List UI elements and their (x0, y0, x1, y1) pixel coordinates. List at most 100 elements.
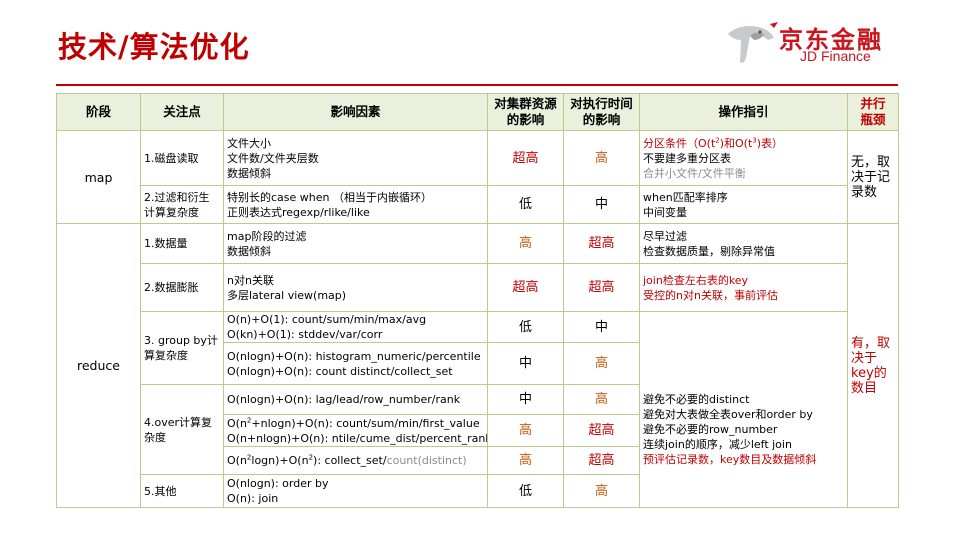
header-cluster-line2: 的影响 (506, 112, 545, 127)
time-impact-other: 高 (563, 474, 640, 508)
dog-mascot-icon (728, 22, 778, 63)
factor-line: map阶段的过滤 (227, 229, 307, 243)
header-bottleneck-line1: 并行 (860, 96, 886, 111)
guide-line: 中间变量 (643, 205, 687, 219)
factor-line: O(n+nlogn)+O(n): ntile/cume_dist/percent… (227, 431, 488, 445)
guide-line: when匹配率排序 (643, 190, 728, 204)
time-impact-over-c: 超高 (563, 446, 640, 475)
factor-line: 数据倾斜 (227, 244, 271, 258)
jd-finance-logo: 京东金融 JD Finance (724, 18, 914, 68)
guide-expand: join检查左右表的key 受控的n对n关联，事前评估 (639, 263, 848, 312)
focus-line: 算复杂度 (144, 349, 188, 362)
bottleneck-line: 数目 (851, 380, 878, 396)
table-row-expand: 2.数据膨胀 n对n关联 多层lateral view(map) 超高 超高 j… (57, 263, 899, 312)
guide-disk-read: 分区条件（O(t2)和O(t3)表） 不要建多重分区表 合并小文件/文件平衡 (639, 130, 848, 186)
factor-line: O(nlogn)+O(n): lag/lead/row_number/rank (227, 393, 461, 406)
factors-groupby-b: O(nlogn)+O(n): histogram_numeric/percent… (223, 342, 488, 385)
factor-line: O(nlogn)+O(n): histogram_numeric/percent… (227, 349, 481, 363)
bottleneck-line: 决于 (851, 350, 878, 366)
guide-filter: when匹配率排序 中间变量 (639, 185, 848, 224)
focus-over: 4.over计算复 杂度 (140, 384, 224, 475)
factor-line: O(n): join (227, 492, 279, 505)
cluster-impact-over-c: 高 (487, 446, 564, 475)
header-bottleneck-line2: 瓶颈 (860, 112, 886, 127)
focus-line: 3. group by计 (144, 334, 218, 347)
guide-merged: 避免不必要的distinct 避免对大表做全表over和order by 避免不… (639, 311, 848, 508)
time-impact-over-a: 高 (563, 384, 640, 415)
time-impact-disk-read: 高 (563, 130, 640, 186)
table-row-groupby-a: 3. group by计 算复杂度 O(n)+O(1): count/sum/m… (57, 311, 899, 508)
cluster-impact-over-a: 中 (487, 384, 564, 415)
reduce-bottleneck: 有，取 决于 key的 数目 (847, 223, 899, 508)
focus-line: 2.过滤和衍生 (144, 190, 210, 204)
cluster-impact-filter: 低 (487, 185, 564, 224)
header-cluster-line1: 对集群资源 (494, 96, 557, 111)
cluster-impact-groupby-a: 低 (487, 311, 564, 343)
factor-line: O(kn)+O(1): stddev/var/corr (227, 328, 383, 341)
header-time-impact: 对执行时间 的影响 (563, 93, 640, 131)
focus-line: 计算复杂度 (144, 205, 199, 219)
bottleneck-line: 决于记 (851, 169, 891, 185)
bottleneck-line: 无，取 (851, 154, 891, 170)
guide-line: 预评估记录数，key数目及数据倾斜 (643, 453, 817, 466)
focus-line: 杂度 (144, 430, 166, 444)
factor-line: 文件大小 (227, 136, 271, 150)
header-bottleneck: 并行 瓶颈 (847, 93, 899, 131)
factor-line: n对n关联 (227, 273, 274, 287)
stage-map: map (56, 130, 141, 224)
factors-over-a: O(nlogn)+O(n): lag/lead/row_number/rank (223, 384, 488, 415)
header-focus: 关注点 (140, 93, 224, 131)
cluster-impact-other: 低 (487, 474, 564, 508)
factors-over-c: O(n2logn)+O(n2): collect_set/count(disti… (223, 446, 488, 475)
factor-line: O(n)+O(1): count/sum/min/max/avg (227, 313, 427, 326)
factor-line: 多层lateral view(map) (227, 288, 347, 302)
guide-line: join检查左右表的key (643, 273, 749, 287)
time-impact-volume: 超高 (563, 223, 640, 264)
factor-line: O(n2logn)+O(n2): collect_set/count(disti… (227, 453, 467, 467)
guide-line: 检查数据质量，剔除异常值 (643, 244, 775, 258)
guide-line: 合并小文件/文件平衡 (643, 166, 746, 180)
header-divider (56, 84, 898, 86)
guide-line: 受控的n对n关联，事前评估 (643, 288, 778, 302)
cluster-impact-over-b: 高 (487, 414, 564, 447)
focus-groupby: 3. group by计 算复杂度 (140, 311, 224, 385)
table-row-filter: 2.过滤和衍生 计算复杂度 特别长的case when （相当于内嵌循环） 正则… (57, 185, 899, 224)
header-row: 阶段 关注点 影响因素 对集群资源 的影响 对执行时间 的影响 操作指引 并行 … (56, 93, 899, 131)
guide-line: 尽早过滤 (643, 229, 687, 243)
cluster-impact-disk-read: 超高 (487, 130, 564, 186)
logo-english-text: JD Finance (800, 48, 871, 64)
factors-groupby-a: O(n)+O(1): count/sum/min/max/avg O(kn)+O… (223, 311, 488, 343)
factor-line: 特别长的case when （相当于内嵌循环） (227, 190, 432, 204)
focus-other: 5.其他 (140, 474, 224, 508)
focus-volume: 1.数据量 (140, 223, 224, 264)
factors-over-b: O(n2+nlogn)+O(n): count/sum/min/first_va… (223, 414, 488, 447)
header-guide: 操作指引 (639, 93, 848, 131)
stage-reduce: reduce (56, 223, 141, 508)
guide-line: 避免不必要的row_number (643, 423, 778, 436)
factor-line: O(nlogn)+O(n): count distinct/collect_se… (227, 364, 453, 378)
cluster-impact-volume: 高 (487, 223, 564, 264)
guide-line: 连续join的顺序，减少left join (643, 438, 792, 451)
factors-expand: n对n关联 多层lateral view(map) (223, 263, 488, 312)
factors-disk-read: 文件大小 文件数/文件夹层数 数据倾斜 (223, 130, 488, 186)
header-time-line2: 的影响 (582, 112, 621, 127)
factor-line: 数据倾斜 (227, 166, 271, 180)
guide-volume: 尽早过滤 检查数据质量，剔除异常值 (639, 223, 848, 264)
focus-disk-read: 1.磁盘读取 (140, 130, 224, 186)
cluster-impact-groupby-b: 中 (487, 342, 564, 385)
time-impact-over-b: 超高 (563, 414, 640, 447)
factor-line: 正则表达式regexp/rlike/like (227, 205, 370, 219)
focus-filter: 2.过滤和衍生 计算复杂度 (140, 185, 224, 224)
factors-other: O(nlogn): order by O(n): join (223, 474, 488, 508)
factor-line: O(n2+nlogn)+O(n): count/sum/min/first_va… (227, 415, 480, 430)
guide-line: 避免不必要的distinct (643, 393, 750, 406)
guide-line: 不要建多重分区表 (643, 151, 731, 165)
header-stage: 阶段 (56, 93, 141, 131)
table-row-disk-read: map 1.磁盘读取 文件大小 文件数/文件夹层数 数据倾斜 超高 高 分区条件… (56, 130, 899, 224)
header-cluster-impact: 对集群资源 的影响 (487, 93, 564, 131)
time-impact-expand: 超高 (563, 263, 640, 312)
slide-title: 技术/算法优化 (58, 30, 250, 64)
factors-volume: map阶段的过滤 数据倾斜 (223, 223, 488, 264)
time-impact-groupby-a: 中 (563, 311, 640, 343)
header-factors: 影响因素 (223, 93, 488, 131)
